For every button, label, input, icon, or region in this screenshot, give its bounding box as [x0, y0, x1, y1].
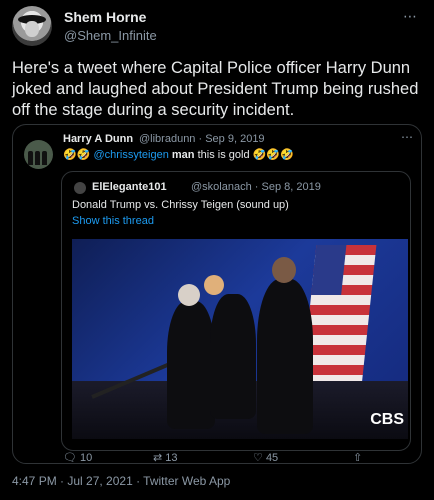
author-handle[interactable]: @Shem_Infinite — [64, 28, 157, 43]
quoted-text: 🤣🤣 @chrissyteigen man this is gold 🤣🤣🤣 — [63, 148, 294, 161]
cbs-logo: CBS — [370, 411, 404, 428]
laughing-emoji: 🤣🤣 — [63, 149, 91, 161]
video-thumbnail[interactable]: CBS — [72, 239, 408, 439]
quoted-date[interactable]: · Sep 9, 2019 — [199, 133, 265, 145]
quoted-bold-text: man — [171, 149, 195, 161]
quoted-author-name[interactable]: Harry A Dunn — [63, 133, 133, 145]
share-icon: ⇧ — [353, 452, 363, 464]
mention-link[interactable]: @chrissyteigen — [93, 149, 168, 161]
like-count: 45 — [265, 452, 279, 464]
flag-canton — [311, 245, 347, 295]
tweet-timestamp[interactable]: 4:47 PM · Jul 27, 2021 · Twitter Web App — [12, 474, 230, 488]
inner-author-handle[interactable]: @skolanach — [191, 181, 252, 193]
person-figure — [257, 279, 313, 434]
show-thread-link[interactable]: Show this thread — [72, 215, 154, 227]
reply-icon: 🗨 — [63, 452, 77, 464]
quoted-author-meta[interactable]: @libradunn · Sep 9, 2019 — [139, 133, 265, 145]
tweet: Shem Horne @Shem_Infinite ⋯ Here's a twe… — [0, 0, 434, 500]
reply-button[interactable]: 🗨 10 — [63, 451, 92, 464]
inner-date[interactable]: · Sep 8, 2019 — [255, 181, 321, 193]
retweet-count: 13 — [165, 452, 178, 464]
share-button[interactable]: ⇧ — [353, 451, 362, 464]
person-head — [204, 275, 224, 295]
quoted-actions: 🗨 10 ⇄ 13 ♡ 45 ⇧ — [63, 451, 403, 465]
laughing-emoji: 🤣🤣🤣 — [252, 149, 294, 161]
retweet-icon: ⇄ — [153, 452, 163, 464]
reply-count: 10 — [80, 452, 93, 464]
quoted-avatar[interactable] — [24, 140, 53, 169]
avatar-figure — [42, 151, 47, 165]
avatar[interactable] — [12, 6, 52, 46]
inner-quoted-tweet[interactable]: ElElegante101 @skolanach · Sep 8, 2019 D… — [61, 171, 411, 451]
retweet-button[interactable]: ⇄ 13 — [153, 451, 178, 464]
quoted-tweet[interactable]: Harry A Dunn @libradunn · Sep 9, 2019 ⋯ … — [12, 124, 422, 464]
inner-author-name[interactable]: ElElegante101 — [92, 181, 167, 193]
inner-avatar[interactable] — [74, 182, 86, 194]
person-figure — [210, 294, 256, 419]
person-head — [272, 257, 296, 283]
quoted-rest-text: this is gold — [197, 149, 250, 161]
like-button[interactable]: ♡ 45 — [253, 451, 278, 464]
author-name[interactable]: Shem Horne — [64, 9, 146, 25]
heart-icon: ♡ — [253, 452, 263, 464]
avatar-figure — [28, 151, 33, 165]
inner-text: Donald Trump vs. Chrissy Teigen (sound u… — [72, 199, 289, 211]
tweet-header: Shem Horne @Shem_Infinite ⋯ — [12, 6, 422, 46]
avatar-face — [25, 21, 39, 37]
person-figure — [167, 301, 215, 429]
person-head — [178, 284, 200, 306]
tweet-text: Here's a tweet where Capital Police offi… — [12, 59, 419, 119]
more-icon[interactable]: ⋯ — [403, 8, 418, 25]
inner-author-meta[interactable]: @skolanach · Sep 8, 2019 — [191, 181, 321, 193]
quoted-author-handle[interactable]: @libradunn — [139, 133, 195, 145]
avatar-figure — [35, 151, 40, 165]
quoted-more-icon[interactable]: ⋯ — [401, 130, 413, 144]
